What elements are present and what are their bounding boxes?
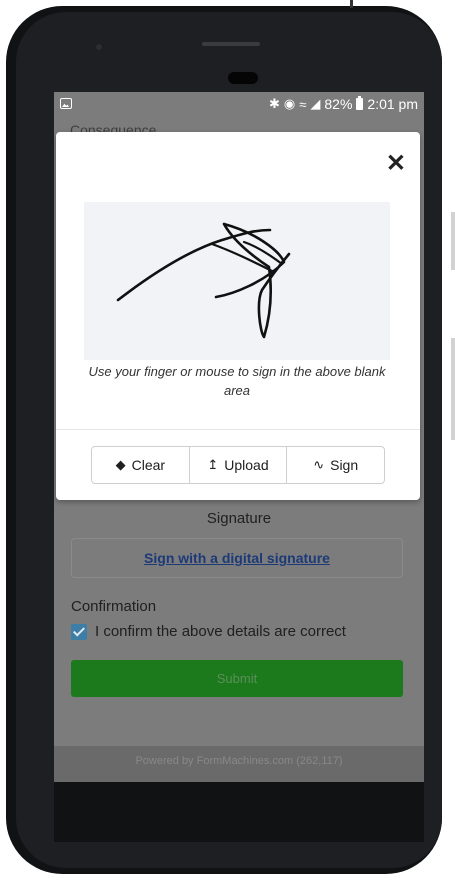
confirm-checkbox[interactable]: [71, 623, 87, 640]
gallery-icon: [60, 98, 72, 109]
signature-button-group: ◆ Clear ↥ Upload ∿ Sign: [91, 446, 385, 484]
confirm-checkbox-row[interactable]: I confirm the above details are correct: [71, 623, 346, 640]
sign-digital-link[interactable]: Sign with a digital signature: [144, 550, 330, 566]
wifi-icon: ≈: [299, 96, 307, 112]
signature-canvas[interactable]: [84, 202, 390, 360]
volume-button: [451, 338, 455, 440]
clear-button-label: Clear: [131, 457, 166, 473]
power-button: [451, 212, 455, 270]
upload-button-label: Upload: [224, 457, 269, 473]
submit-button[interactable]: Submit: [71, 660, 403, 697]
confirmation-label: Confirmation: [71, 598, 157, 615]
earpiece-speaker: [202, 42, 260, 46]
upload-button[interactable]: ↥ Upload: [188, 447, 287, 483]
signature-modal: ✕ Use your finger or mouse to sign in th…: [56, 132, 420, 500]
clear-button[interactable]: ◆ Clear: [92, 447, 189, 483]
eraser-icon: ◆: [115, 457, 126, 472]
signature-label: Signature: [206, 510, 272, 527]
signal-icon: ◢: [310, 96, 321, 111]
bottom-bezel: [54, 782, 424, 842]
sign-button-label: Sign: [330, 457, 359, 473]
battery-percent: 82%: [324, 96, 353, 112]
front-camera: [96, 44, 102, 50]
upload-icon: ↥: [207, 457, 219, 472]
signature-icon: ∿: [313, 457, 325, 472]
status-bar: ✱ ◉ ≈ ◢ 82% 2:01 pm: [54, 92, 424, 118]
signature-link-box[interactable]: Sign with a digital signature: [71, 538, 403, 578]
sign-button[interactable]: ∿ Sign: [286, 447, 384, 483]
close-icon[interactable]: ✕: [386, 152, 406, 176]
bluetooth-icon: ✱: [268, 96, 280, 111]
screen: ✱ ◉ ≈ ◢ 82% 2:01 pm Consequence Signatur…: [54, 92, 424, 782]
top-edge-mark: [350, 0, 353, 8]
signature-hint: Use your finger or mouse to sign in the …: [88, 364, 386, 398]
status-time: 2:01 pm: [367, 96, 418, 112]
front-sensor: [228, 72, 258, 84]
battery-icon: [356, 96, 364, 110]
modal-divider: [56, 429, 420, 430]
signature-stroke: [116, 222, 291, 339]
confirm-checkbox-label: I confirm the above details are correct: [95, 623, 346, 640]
status-icons: ✱ ◉ ≈ ◢ 82% 2:01 pm: [269, 96, 418, 112]
alarm-icon: ◉: [283, 96, 296, 111]
powered-by-footer: Powered by FormMachines.com (262,117): [54, 746, 424, 782]
